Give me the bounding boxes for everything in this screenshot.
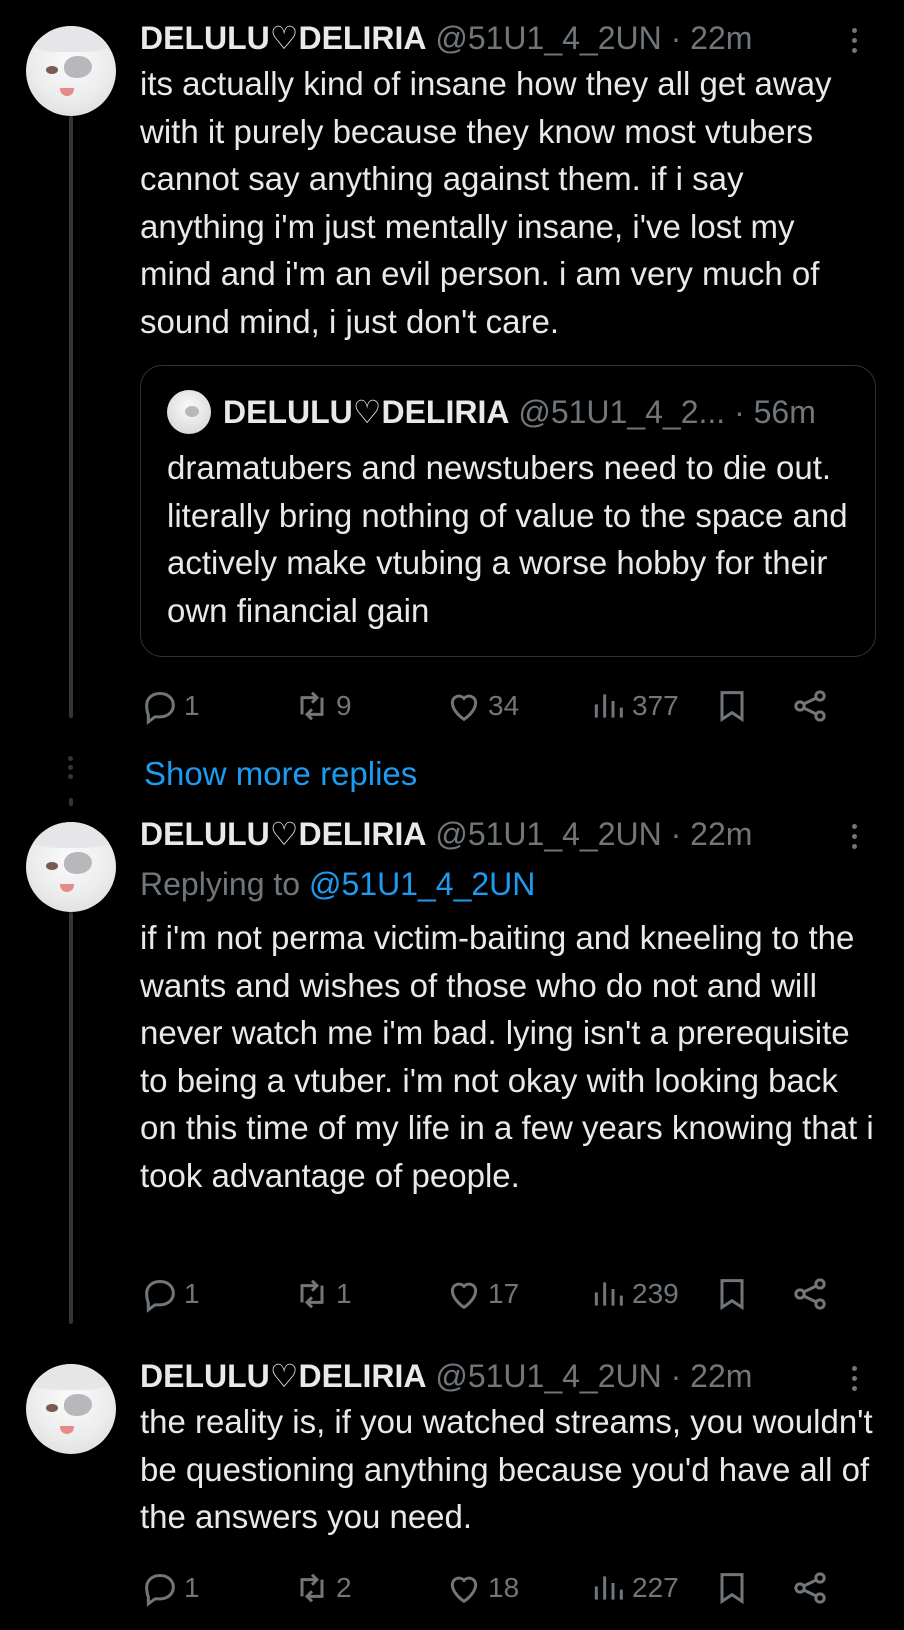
action-bar: 1 1 17 239 [140,1272,875,1316]
user-handle[interactable]: @51U1_4_2UN [435,1358,661,1394]
reply-icon [145,1279,175,1313]
views-button[interactable]: 227 [588,1566,679,1610]
display-name[interactable]: DELULU♡DELIRIA [140,1358,426,1394]
share-icon [794,1572,826,1604]
bookmark-button[interactable] [712,684,752,728]
reply-icon [145,691,175,725]
quote-text: dramatubers and newstubers need to die o… [167,449,848,629]
views-count: 239 [632,1278,679,1309]
display-name[interactable]: DELULU♡DELIRIA [140,20,426,56]
separator-dot: · [670,20,682,56]
views-icon [594,1576,623,1600]
repost-count: 2 [336,1572,352,1603]
timestamp[interactable]: 22m [690,20,752,56]
tweet[interactable]: DELULU♡DELIRIA @51U1_4_2UN · 22m its act… [0,0,904,740]
more-vertical-icon[interactable] [852,28,858,58]
bookmark-button[interactable] [712,1566,752,1610]
bookmark-icon [720,691,744,723]
like-button[interactable]: 17 [444,1272,519,1316]
repost-icon [300,691,324,721]
reply-count: 1 [184,1278,200,1309]
avatar[interactable] [26,26,116,116]
repost-count: 9 [336,690,352,721]
avatar[interactable] [26,1364,116,1454]
share-icon [794,690,826,722]
timestamp[interactable]: 22m [690,1358,752,1394]
views-button[interactable]: 239 [588,1272,679,1316]
bookmark-icon [720,1279,744,1311]
thread-gap-dots [68,756,74,783]
tweet-header: DELULU♡DELIRIA @51U1_4_2UN · 22m [140,814,752,854]
reply-button[interactable]: 1 [140,1272,200,1316]
repost-button[interactable]: 9 [292,684,352,728]
share-button[interactable] [790,1566,830,1610]
views-icon [594,1282,623,1306]
share-button[interactable] [790,1272,830,1316]
separator-dot: · [670,1358,682,1394]
action-bar: 1 9 34 377 [140,684,875,728]
views-button[interactable]: 377 [588,684,679,728]
repost-icon [300,1279,324,1309]
repost-button[interactable]: 2 [292,1566,352,1610]
replying-to-handle[interactable]: @51U1_4_2UN [309,866,535,902]
quote-header: DELULU♡DELIRIA @51U1_4_2... · 56m [223,390,816,434]
tweet-text: the reality is, if you watched streams, … [140,1403,873,1535]
heart-icon [450,694,478,722]
share-button[interactable] [790,684,830,728]
views-icon [594,694,623,718]
show-more-replies-link[interactable]: Show more replies [144,754,417,794]
repost-count: 1 [336,1278,352,1309]
more-vertical-icon[interactable] [852,1366,858,1396]
user-handle[interactable]: @51U1_4_2UN [435,20,661,56]
like-count: 18 [488,1572,520,1603]
reply-icon [145,1573,175,1607]
display-name[interactable]: DELULU♡DELIRIA [140,816,426,852]
tweet-header: DELULU♡DELIRIA @51U1_4_2UN · 22m [140,18,752,58]
user-handle[interactable]: @51U1_4_2UN [435,816,661,852]
replying-to: Replying to @51U1_4_2UN [140,864,535,904]
like-button[interactable]: 18 [444,1566,519,1610]
quote-display-name: DELULU♡DELIRIA [223,394,510,430]
like-count: 17 [488,1278,520,1309]
heart-icon [450,1282,478,1310]
views-count: 377 [632,690,679,721]
quote-timestamp: 56m [753,394,816,430]
quoted-tweet[interactable]: DELULU♡DELIRIA @51U1_4_2... · 56m dramat… [140,365,876,657]
tweet[interactable]: DELULU♡DELIRIA @51U1_4_2UN · 22m Replyin… [0,800,904,1320]
quote-avatar [167,390,211,434]
timestamp[interactable]: 22m [690,816,752,852]
reply-count: 1 [184,690,200,721]
bookmark-button[interactable] [712,1272,752,1316]
repost-button[interactable]: 1 [292,1272,352,1316]
tweet[interactable]: DELULU♡DELIRIA @51U1_4_2UN · 22m the rea… [0,1340,904,1630]
separator-dot: · [670,816,682,852]
heart-icon [450,1576,478,1604]
quote-separator-dot: · [734,394,745,430]
tweet-text: if i'm not perma victim-baiting and knee… [140,919,874,1194]
replying-to-label: Replying to [140,866,301,902]
like-button[interactable]: 34 [444,684,519,728]
reply-button[interactable]: 1 [140,1566,200,1610]
avatar[interactable] [26,822,116,912]
tweet-text: its actually kind of insane how they all… [140,65,832,340]
tweet-header: DELULU♡DELIRIA @51U1_4_2UN · 22m [140,1356,752,1396]
quote-user-handle: @51U1_4_2... [518,394,726,430]
action-bar: 1 2 18 227 [140,1566,875,1610]
views-count: 227 [632,1572,679,1603]
reply-button[interactable]: 1 [140,684,200,728]
reply-count: 1 [184,1572,200,1603]
like-count: 34 [488,690,520,721]
share-icon [794,1278,826,1310]
repost-icon [300,1573,324,1603]
bookmark-icon [720,1573,744,1605]
more-vertical-icon[interactable] [852,824,858,854]
